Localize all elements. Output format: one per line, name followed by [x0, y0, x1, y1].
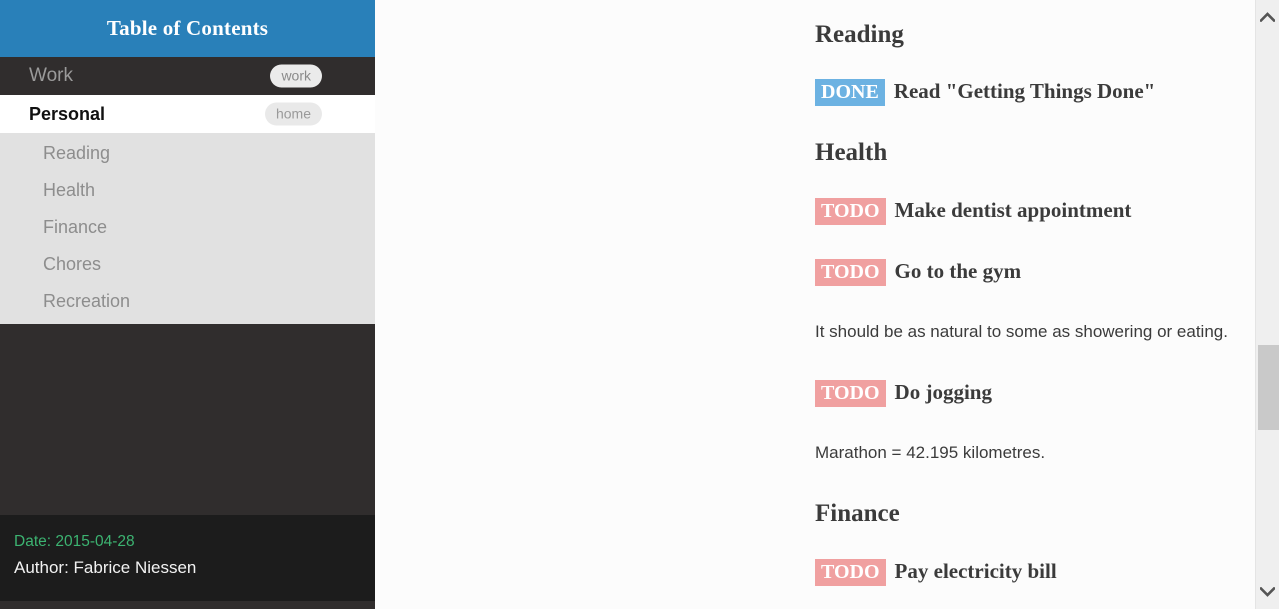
chevron-down-icon[interactable] — [1256, 579, 1279, 605]
table-of-contents-sidebar: Table of Contents Work work Personal hom… — [0, 0, 375, 609]
document-content: Reading DONE Read "Getting Things Done" … — [375, 0, 1255, 609]
task-item-jogging[interactable]: TODO Do jogging — [815, 380, 992, 408]
sidebar-item-label: Work — [29, 65, 73, 86]
document-author: Author: Fabrice Niessen — [14, 557, 197, 577]
task-item-read-gtd[interactable]: DONE Read "Getting Things Done" — [815, 79, 1156, 107]
keyword-todo[interactable]: TODO — [815, 259, 886, 287]
vertical-scrollbar[interactable] — [1255, 0, 1279, 609]
section-heading-health: Health — [815, 139, 888, 166]
task-title: Pay electricity bill — [894, 559, 1057, 583]
paragraph-showering: It should be as natural to some as showe… — [815, 322, 1228, 341]
app-root: Table of Contents Work work Personal hom… — [0, 0, 1279, 609]
sidebar-header: Table of Contents — [0, 0, 375, 57]
keyword-todo[interactable]: TODO — [815, 559, 886, 587]
sidebar-item-label: Finance — [43, 217, 108, 237]
sidebar-item-chores[interactable]: Chores — [0, 246, 375, 283]
sidebar-tag-work[interactable]: work — [270, 64, 322, 88]
sidebar-item-reading[interactable]: Reading — [0, 135, 375, 172]
task-title: Go to the gym — [894, 259, 1022, 283]
task-title: Do jogging — [894, 380, 992, 404]
sidebar-item-work[interactable]: Work work — [0, 57, 375, 95]
sidebar-item-label: Personal — [29, 103, 106, 124]
sidebar-item-label: Chores — [43, 254, 102, 274]
sidebar-item-health[interactable]: Health — [0, 172, 375, 209]
sidebar-item-label: Reading — [43, 143, 111, 163]
section-heading-finance: Finance — [815, 500, 900, 527]
task-title: Make dentist appointment — [894, 198, 1132, 222]
sidebar-item-label: Recreation — [43, 291, 131, 311]
sidebar-item-finance[interactable]: Finance — [0, 209, 375, 246]
paragraph-marathon: Marathon = 42.195 kilometres. — [815, 443, 1046, 462]
keyword-todo[interactable]: TODO — [815, 380, 886, 408]
task-item-gym[interactable]: TODO Go to the gym — [815, 259, 1022, 287]
scrollbar-thumb[interactable] — [1258, 345, 1279, 430]
sidebar-empty-space — [0, 324, 375, 515]
sidebar-item-personal[interactable]: Personal home — [0, 95, 375, 133]
sidebar-footer: Date: 2015-04-28 Author: Fabrice Niessen — [0, 515, 375, 601]
toc-top-level-list: Work work Personal home — [0, 57, 375, 133]
section-heading-reading: Reading — [815, 21, 904, 48]
sidebar-tag-home[interactable]: home — [264, 102, 322, 126]
sidebar-item-label: Health — [43, 180, 96, 200]
task-item-dentist[interactable]: TODO Make dentist appointment — [815, 198, 1132, 226]
chevron-up-icon[interactable] — [1256, 4, 1279, 30]
document-date: Date: 2015-04-28 — [14, 533, 135, 550]
keyword-todo[interactable]: TODO — [815, 198, 886, 226]
toc-sub-level-list: Reading Health Finance Chores Recreation — [0, 133, 375, 324]
task-item-electricity-bill[interactable]: TODO Pay electricity bill — [815, 559, 1057, 587]
sidebar-item-recreation[interactable]: Recreation — [0, 283, 375, 320]
task-title: Read "Getting Things Done" — [893, 79, 1156, 103]
sidebar-title: Table of Contents — [106, 16, 269, 40]
keyword-done[interactable]: DONE — [815, 79, 885, 107]
